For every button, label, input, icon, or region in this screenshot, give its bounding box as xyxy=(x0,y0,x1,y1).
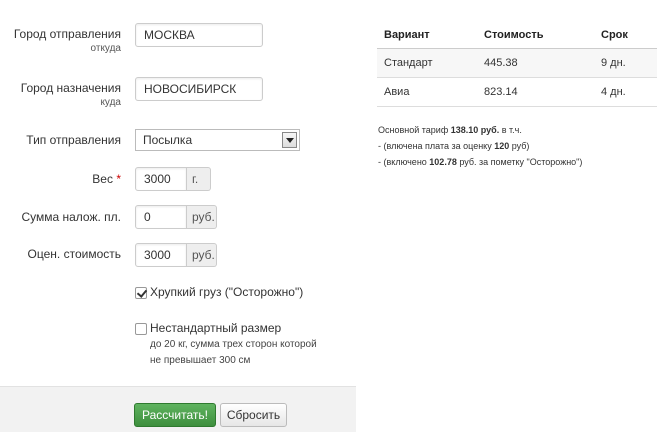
cod-label: Сумма налож. пл. xyxy=(21,210,121,224)
declared-value-input[interactable]: 3000 xyxy=(135,243,187,267)
note-line: - (влючена плата за оценку 120 руб) xyxy=(378,138,582,154)
tariff-notes: Основной тариф 138.10 руб. в т.ч. - (влю… xyxy=(378,122,582,170)
from-city-label: Город отправления xyxy=(13,27,121,41)
column-header: Вариант xyxy=(377,22,477,49)
to-city-label: Город назначения xyxy=(20,81,121,95)
note-bold: 102.78 xyxy=(429,157,457,167)
to-city-sublabel: куда xyxy=(100,97,121,108)
nonstandard-checkbox[interactable] xyxy=(135,323,147,335)
table-cell: 4 дн. xyxy=(594,77,657,107)
shipment-type-select[interactable]: Посылка xyxy=(135,129,300,151)
table-row: Стандарт 445.38 9 дн. xyxy=(377,48,657,78)
from-city-input[interactable]: МОСКВА xyxy=(135,23,263,47)
table-cell: Стандарт xyxy=(377,48,477,78)
fragile-checkbox[interactable] xyxy=(135,287,147,299)
note-text: в т.ч. xyxy=(499,125,522,135)
table-cell: 823.14 xyxy=(477,77,594,107)
form-footer: Рассчитать! Сбросить xyxy=(0,386,356,432)
note-text: руб) xyxy=(509,141,530,151)
weight-input[interactable]: 3000 xyxy=(135,167,187,191)
results-table: Вариант Стоимость Срок Стандарт 445.38 9… xyxy=(377,22,657,107)
weight-unit: г. xyxy=(187,167,211,191)
table-row: Авиа 823.14 4 дн. xyxy=(377,77,657,107)
note-line: Основной тариф 138.10 руб. в т.ч. xyxy=(378,122,582,138)
table-cell: 9 дн. xyxy=(594,48,657,78)
fragile-label: Хрупкий груз ("Осторожно") xyxy=(150,285,304,299)
table-header-row: Вариант Стоимость Срок xyxy=(377,22,657,49)
to-city-input[interactable]: НОВОСИБИРСК xyxy=(135,77,263,101)
reset-button[interactable]: Сбросить xyxy=(220,403,287,427)
calculate-button[interactable]: Рассчитать! xyxy=(134,403,216,427)
shipping-form: Город отправления откуда МОСКВА Город на… xyxy=(0,0,356,432)
cod-unit: руб. xyxy=(187,205,217,229)
from-city-sublabel: откуда xyxy=(90,43,121,54)
declared-value-unit: руб. xyxy=(187,243,217,267)
note-bold: 120 xyxy=(494,141,510,151)
note-text: - (влючена плата за оценку xyxy=(378,141,495,151)
declared-value-label: Оцен. стоимость xyxy=(27,247,121,261)
shipment-type-label: Тип отправления xyxy=(26,133,121,147)
nonstandard-label: Нестандартный размер xyxy=(150,321,282,335)
column-header: Стоимость xyxy=(477,22,594,49)
weight-label-text: Вес xyxy=(92,172,113,186)
cod-input[interactable]: 0 xyxy=(135,205,187,229)
dropdown-arrow-icon[interactable] xyxy=(282,132,297,148)
note-line: - (включено 102.78 руб. за пометку "Осто… xyxy=(378,154,582,170)
required-mark: * xyxy=(116,172,121,186)
note-text: руб. за пометку "Осторожно") xyxy=(456,157,583,167)
column-header: Срок xyxy=(594,22,657,49)
weight-label: Вес * xyxy=(92,172,121,187)
table-cell: 445.38 xyxy=(477,48,594,78)
note-bold: 138.10 руб. xyxy=(450,125,500,135)
note-text: - (включено xyxy=(378,157,430,167)
shipment-type-value: Посылка xyxy=(143,133,193,147)
table-cell: Авиа xyxy=(377,77,477,107)
note-text: Основной тариф xyxy=(378,125,451,135)
nonstandard-hint: до 20 кг, сумма трех сторон которой не п… xyxy=(150,339,317,366)
